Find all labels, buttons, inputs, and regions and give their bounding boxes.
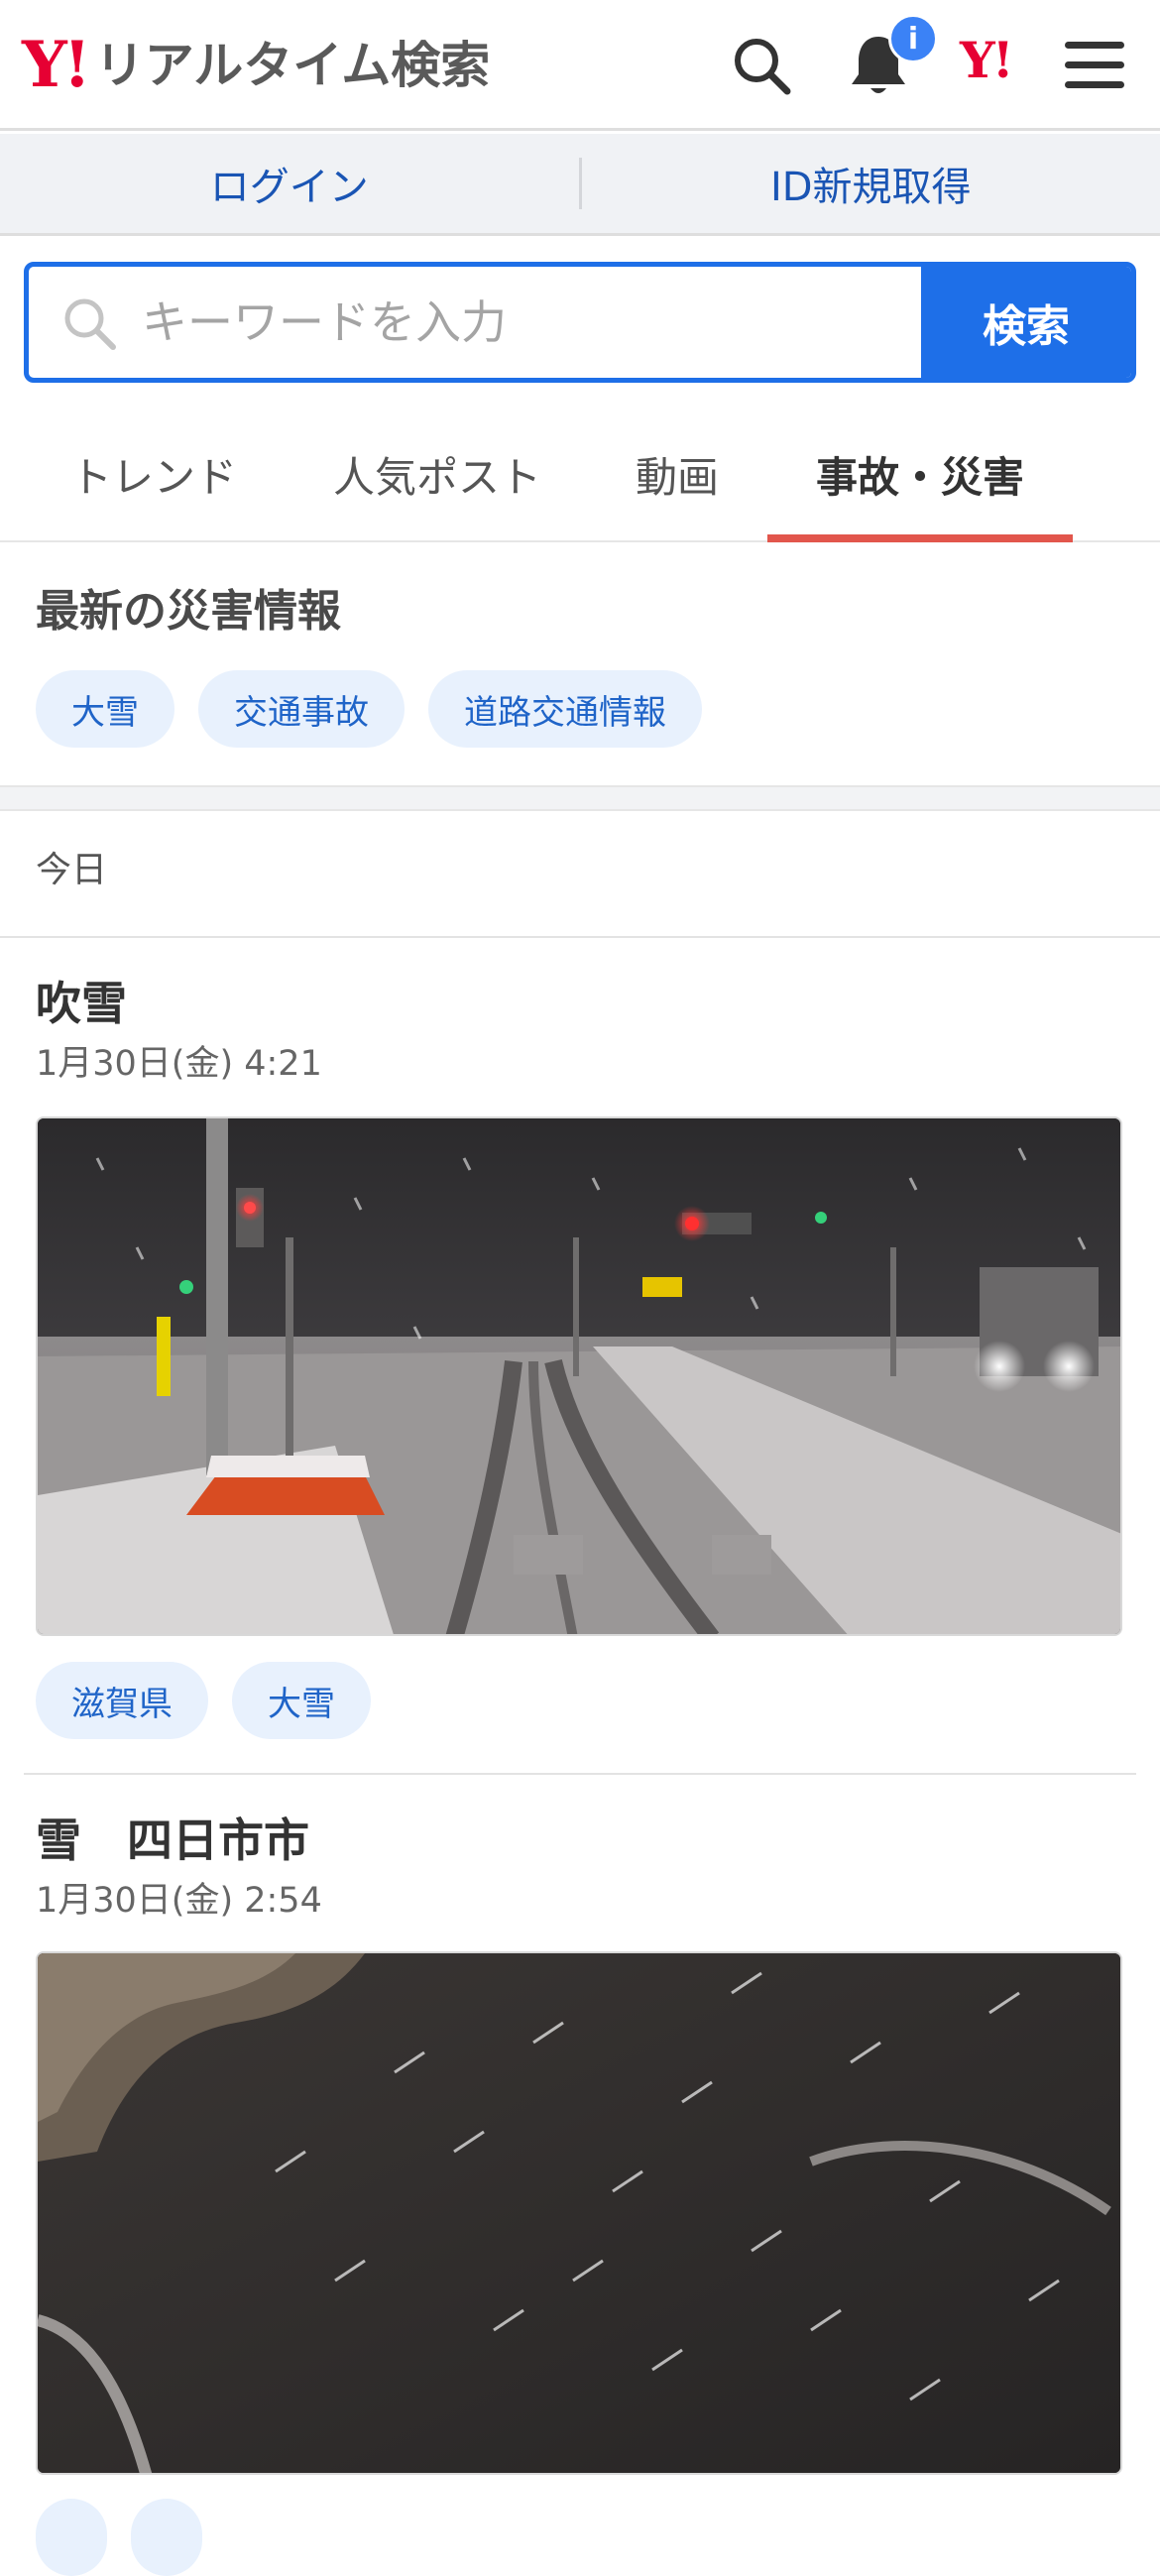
login-link[interactable]: ログイン <box>0 134 579 233</box>
disaster-chip[interactable]: 交通事故 <box>198 670 405 748</box>
logo-title: リアルタイム検索 <box>95 41 491 90</box>
search-button[interactable]: 検索 <box>921 267 1131 378</box>
post-tag-list: 滋賀県 大雪 <box>36 1662 371 1739</box>
tab-trend[interactable]: トレンド <box>44 407 264 542</box>
post-image-snowfall-night[interactable] <box>36 1951 1122 2475</box>
yahoo-japan-icon[interactable]: Y! <box>960 36 1011 85</box>
post-timestamp: 1月30日(金) 4:21 <box>36 1035 322 1086</box>
search-field-icon <box>60 294 118 356</box>
disaster-section-title: 最新の災害情報 <box>36 575 341 639</box>
post-tag[interactable]: 大雪 <box>232 1662 371 1739</box>
post-image-snowy-intersection[interactable] <box>36 1116 1122 1636</box>
post-tag[interactable]: 滋賀県 <box>36 1662 208 1739</box>
notification-badge: i <box>888 14 938 63</box>
register-link[interactable]: ID新規取得 <box>582 134 1160 233</box>
search-bar: 検索 <box>24 262 1136 383</box>
search-input[interactable] <box>29 267 921 378</box>
search-icon[interactable] <box>724 28 799 103</box>
yahoo-logo-mark: Y! <box>22 34 87 97</box>
hamburger-menu-icon[interactable] <box>1057 28 1132 103</box>
yahoo-realtime-logo[interactable]: Y! リアルタイム検索 <box>22 28 490 103</box>
date-header: 今日 <box>36 841 107 892</box>
tab-popular-posts[interactable]: 人気ポスト <box>311 407 563 542</box>
app-header: Y! リアルタイム検索 i Y! <box>0 0 1160 131</box>
tab-accident-disaster[interactable]: 事故・災害 <box>767 407 1073 542</box>
post-timestamp: 1月30日(金) 2:54 <box>36 1872 322 1923</box>
disaster-chip-list: 大雪 交通事故 道路交通情報 <box>36 670 702 748</box>
post-title[interactable]: 吹雪 <box>36 968 127 1033</box>
post-title[interactable]: 雪 四日市市 <box>36 1805 309 1870</box>
tab-video[interactable]: 動画 <box>609 407 746 542</box>
search-field <box>29 267 921 378</box>
login-bar: ログイン ID新規取得 <box>0 134 1160 236</box>
category-tabs: トレンド 人気ポスト 動画 事故・災害 <box>0 407 1160 542</box>
disaster-chip[interactable]: 大雪 <box>36 670 174 748</box>
disaster-chip[interactable]: 道路交通情報 <box>428 670 702 748</box>
section-separator <box>0 785 1160 811</box>
divider <box>0 936 1160 938</box>
post-divider <box>24 1773 1136 1775</box>
